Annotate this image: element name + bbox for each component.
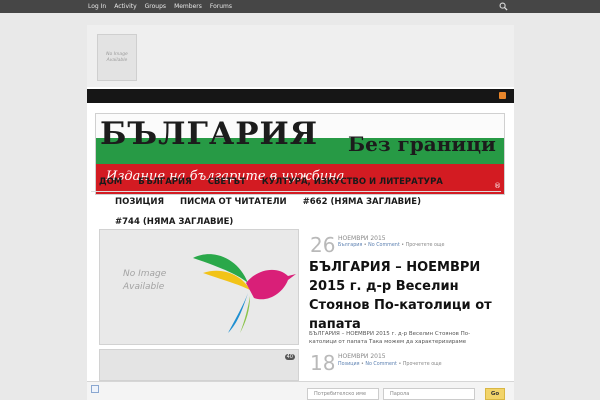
nav-item-position[interactable]: ПОЗИЦИЯ [107,197,172,207]
post-month: НОЕМВРИ 2015 [338,235,386,242]
noimage-caption: No Image Available [123,269,167,292]
post-meta: България • No Comment • Прочетете още [338,243,445,248]
header-ad-placeholder[interactable]: No Image Available [97,34,137,81]
site-icon[interactable] [91,385,99,393]
username-input[interactable]: Потребителско име [307,388,379,400]
post-title[interactable]: БЪЛГАРИЯ – НОЕМВРИ 2015 г. д-р Веселин С… [309,258,509,334]
featured-image[interactable]: No Image Available [99,229,299,345]
post-day: 18 [310,351,336,375]
post-read-more[interactable]: Прочетете още [406,243,445,248]
post-comments[interactable]: No Comment [365,362,397,367]
nav-item-world[interactable]: СВЕТЪТ [200,177,254,187]
rss-icon[interactable] [499,92,506,99]
noimage-text: No Image Available [106,51,128,63]
nav-item-662[interactable]: #662 (НЯМА ЗАГЛАВИЕ) [295,197,429,207]
search-icon[interactable] [499,2,508,11]
banner-title: БЪЛГАРИЯ [100,116,319,152]
featured-image-second[interactable]: 40 [99,349,299,381]
members-link[interactable]: Members [174,0,202,13]
post-category[interactable]: България [338,243,362,248]
header-area: No Image Available [87,25,514,87]
secondary-bar [87,89,514,103]
admin-bar: Log In Activity Groups Members Forums [0,0,600,13]
login-link[interactable]: Log In [88,0,106,13]
password-input[interactable]: Парола [383,388,475,400]
post-excerpt: БЪЛГАРИЯ – НОЕМВРИ 2015 г. д-р Веселин С… [309,331,471,345]
post-comments[interactable]: No Comment [368,243,400,248]
post-meta: Позиция • No Comment • Прочетете още [338,362,442,367]
post-day: 26 [310,233,336,257]
login-go-button[interactable]: Go [485,388,505,400]
post-read-more[interactable]: Прочетете още [403,362,442,367]
nav-row: ПОЗИЦИЯ ПИСМА ОТ ЧИТАТЕЛИ #662 (НЯМА ЗАГ… [91,192,501,212]
groups-link[interactable]: Groups [145,0,166,13]
post-category[interactable]: Позиция [338,362,359,367]
nav-item-letters[interactable]: ПИСМА ОТ ЧИТАТЕЛИ [172,197,295,207]
banner-title-secondary: Без граници [348,132,496,156]
admin-bar-links: Log In Activity Groups Members Forums [88,0,232,13]
post-month: НОЕМВРИ 2015 [338,353,386,360]
nav-item-744[interactable]: #744 (НЯМА ЗАГЛАВИЕ) [107,217,241,227]
nav-row: ДОМ БЪЛГАРИЯ СВЕТЪТ КУЛТУРА, ИЗКУСТВО И … [91,172,501,192]
hummingbird-logo-icon [193,254,296,333]
nav-item-culture[interactable]: КУЛТУРА, ИЗКУСТВО И ЛИТЕРАТУРА [254,177,451,187]
forums-link[interactable]: Forums [210,0,232,13]
login-bar: Потребителско име Парола Go [87,381,514,400]
nav-item-home[interactable]: ДОМ [91,177,130,187]
main-nav: ДОМ БЪЛГАРИЯ СВЕТЪТ КУЛТУРА, ИЗКУСТВО И … [91,172,501,232]
activity-link[interactable]: Activity [114,0,136,13]
slider-pager[interactable]: 40 [284,354,295,360]
nav-item-bulgaria[interactable]: БЪЛГАРИЯ [130,177,199,187]
